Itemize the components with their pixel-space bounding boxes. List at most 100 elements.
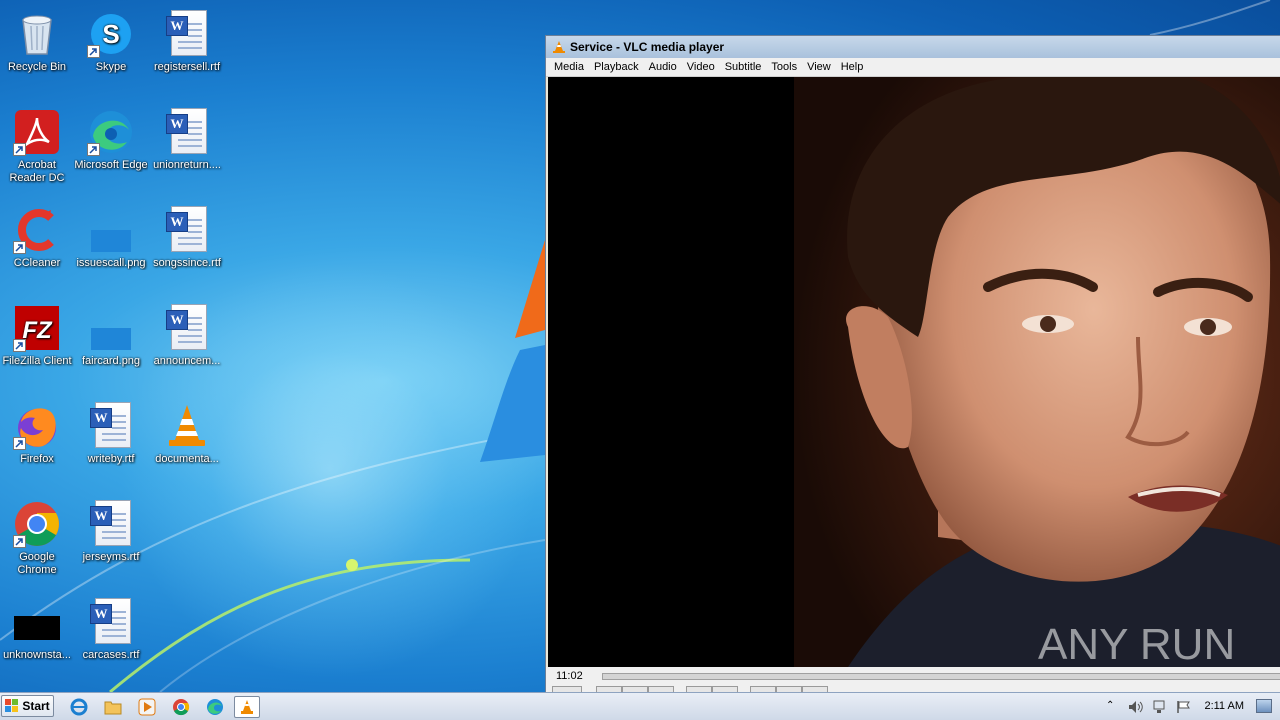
chrome-icon xyxy=(173,699,190,716)
desktop-icon-label: carcases.rtf xyxy=(82,649,140,661)
word-document-icon: W xyxy=(90,598,131,644)
desktop-icon-label: Skype xyxy=(95,61,127,73)
network-icon[interactable] xyxy=(1152,700,1168,714)
desktop-icon-issuescall[interactable]: issuescall.png xyxy=(74,200,148,294)
menu-tools[interactable]: Tools xyxy=(767,61,803,73)
tray-expand-icon[interactable]: ⌃ xyxy=(1106,700,1114,711)
desktop-icon-jerseyms[interactable]: W jerseyms.rtf xyxy=(74,494,148,588)
desktop-icon-firefox[interactable]: Firefox xyxy=(0,396,74,490)
desktop-icon-skype[interactable]: S Skype xyxy=(74,4,148,98)
start-button[interactable]: Start xyxy=(1,695,54,717)
desktop-icon-songssince[interactable]: W songssince.rtf xyxy=(150,200,224,294)
black-image-icon xyxy=(14,616,60,640)
desktop-icon-label: unionreturn.... xyxy=(153,159,221,171)
shortcut-arrow-icon xyxy=(87,45,100,58)
png-image-icon xyxy=(91,328,131,350)
shortcut-arrow-icon xyxy=(13,241,26,254)
word-document-icon: W xyxy=(166,108,207,154)
volume-icon[interactable] xyxy=(1128,700,1144,714)
desktop-icon-label: Google Chrome xyxy=(17,551,57,576)
vlc-window-title: Service - VLC media player xyxy=(570,40,725,54)
taskbar-edge[interactable] xyxy=(202,696,228,718)
folder-icon xyxy=(104,701,122,715)
menu-view[interactable]: View xyxy=(803,61,837,73)
taskbar-clock[interactable]: 2:11 AM xyxy=(1204,700,1244,712)
vlc-menubar: Media Playback Audio Video Subtitle Tool… xyxy=(546,58,1280,77)
desktop-icon-registersell[interactable]: W registersell.rtf xyxy=(150,4,224,98)
desktop-icon-ccleaner[interactable]: CCleaner xyxy=(0,200,74,294)
menu-video[interactable]: Video xyxy=(683,61,721,73)
desktop-icon-label: jerseyms.rtf xyxy=(82,551,140,563)
elapsed-time: 11:02 xyxy=(556,670,583,682)
taskbar-internet-explorer[interactable] xyxy=(66,696,92,718)
desktop-icon-label: unknownsta... xyxy=(3,649,71,661)
media-player-icon xyxy=(138,698,156,716)
desktop-icon-unknownsta[interactable]: unknownsta... xyxy=(0,592,74,686)
watermark-text: ANY RUN xyxy=(1038,620,1235,667)
windows-logo-icon xyxy=(5,699,19,712)
vlc-window[interactable]: Service - VLC media player Media Playbac… xyxy=(545,35,1280,692)
show-desktop-button[interactable] xyxy=(1256,699,1272,713)
desktop-icon-announcem[interactable]: W announcem... xyxy=(150,298,224,392)
word-document-icon: W xyxy=(90,402,131,448)
seek-bar[interactable] xyxy=(602,673,1280,680)
action-center-flag-icon[interactable] xyxy=(1176,700,1192,714)
vlc-controls: 11:02 xyxy=(546,667,1280,692)
desktop-icon-acrobat[interactable]: Acrobat Reader DC xyxy=(0,102,74,196)
menu-audio[interactable]: Audio xyxy=(645,61,683,73)
vlc-cone-icon xyxy=(241,700,253,714)
shortcut-arrow-icon xyxy=(87,143,100,156)
taskbar: Start ⌃ 2:11 AM xyxy=(0,692,1280,720)
shortcut-arrow-icon xyxy=(13,437,26,450)
desktop-icon-label: Firefox xyxy=(20,453,54,465)
desktop-icon-label: documenta... xyxy=(155,453,219,465)
shortcut-arrow-icon xyxy=(13,143,26,156)
system-tray: ⌃ 2:11 AM xyxy=(1100,693,1280,720)
desktop-icon-unionreturn[interactable]: W unionreturn.... xyxy=(150,102,224,196)
desktop-icon-label: issuescall.png xyxy=(76,257,146,269)
desktop-icon-filezilla[interactable]: FZ FileZilla Client xyxy=(0,298,74,392)
start-label: Start xyxy=(22,699,50,713)
taskbar-vlc[interactable] xyxy=(234,696,260,718)
desktop-icon-label: writeby.rtf xyxy=(87,453,135,465)
vlc-cone-icon xyxy=(169,405,205,446)
word-document-icon: W xyxy=(90,500,131,546)
edge-icon xyxy=(207,699,223,715)
desktop-icon-recycle-bin[interactable]: Recycle Bin xyxy=(0,4,74,98)
vlc-cone-icon xyxy=(553,41,565,53)
word-document-icon: W xyxy=(166,304,207,350)
desktop-icon-chrome[interactable]: Google Chrome xyxy=(0,494,74,588)
desktop-icon-label: Recycle Bin xyxy=(7,61,67,73)
desktop: Recycle Bin S Skype W registersell.rtf A… xyxy=(0,0,1280,692)
desktop-icon-label: CCleaner xyxy=(13,257,61,269)
desktop-icon-carcases[interactable]: W carcases.rtf xyxy=(74,592,148,686)
desktop-icon-edge[interactable]: Microsoft Edge xyxy=(74,102,148,196)
taskbar-file-explorer[interactable] xyxy=(100,696,126,718)
desktop-icon-label: Acrobat Reader DC xyxy=(9,159,65,184)
taskbar-chrome[interactable] xyxy=(168,696,194,718)
svg-text:S: S xyxy=(102,19,119,49)
desktop-icon-label: Microsoft Edge xyxy=(74,159,148,171)
shortcut-arrow-icon xyxy=(13,535,26,548)
desktop-icon-label: faircard.png xyxy=(81,355,141,367)
internet-explorer-icon xyxy=(70,698,88,716)
desktop-icon-label: FileZilla Client xyxy=(2,355,72,367)
desktop-icon-label: announcem... xyxy=(153,355,221,367)
menu-subtitle[interactable]: Subtitle xyxy=(721,61,768,73)
menu-playback[interactable]: Playback xyxy=(590,61,645,73)
menu-help[interactable]: Help xyxy=(837,61,870,73)
menu-media[interactable]: Media xyxy=(550,61,590,73)
svg-text:FZ: FZ xyxy=(22,317,53,344)
png-image-icon xyxy=(91,230,131,252)
shortcut-arrow-icon xyxy=(13,339,26,352)
desktop-icon-documenta[interactable]: documenta... xyxy=(150,396,224,490)
desktop-icon-label: songssince.rtf xyxy=(153,257,221,269)
video-display[interactable]: ANY RUN xyxy=(548,77,1280,667)
vlc-titlebar[interactable]: Service - VLC media player xyxy=(546,36,1280,58)
desktop-icon-writeby[interactable]: W writeby.rtf xyxy=(74,396,148,490)
word-document-icon: W xyxy=(166,206,207,252)
desktop-icon-label: registersell.rtf xyxy=(153,61,221,73)
recycle-bin-icon xyxy=(22,15,52,55)
desktop-icon-faircard[interactable]: faircard.png xyxy=(74,298,148,392)
taskbar-media-player[interactable] xyxy=(134,696,160,718)
